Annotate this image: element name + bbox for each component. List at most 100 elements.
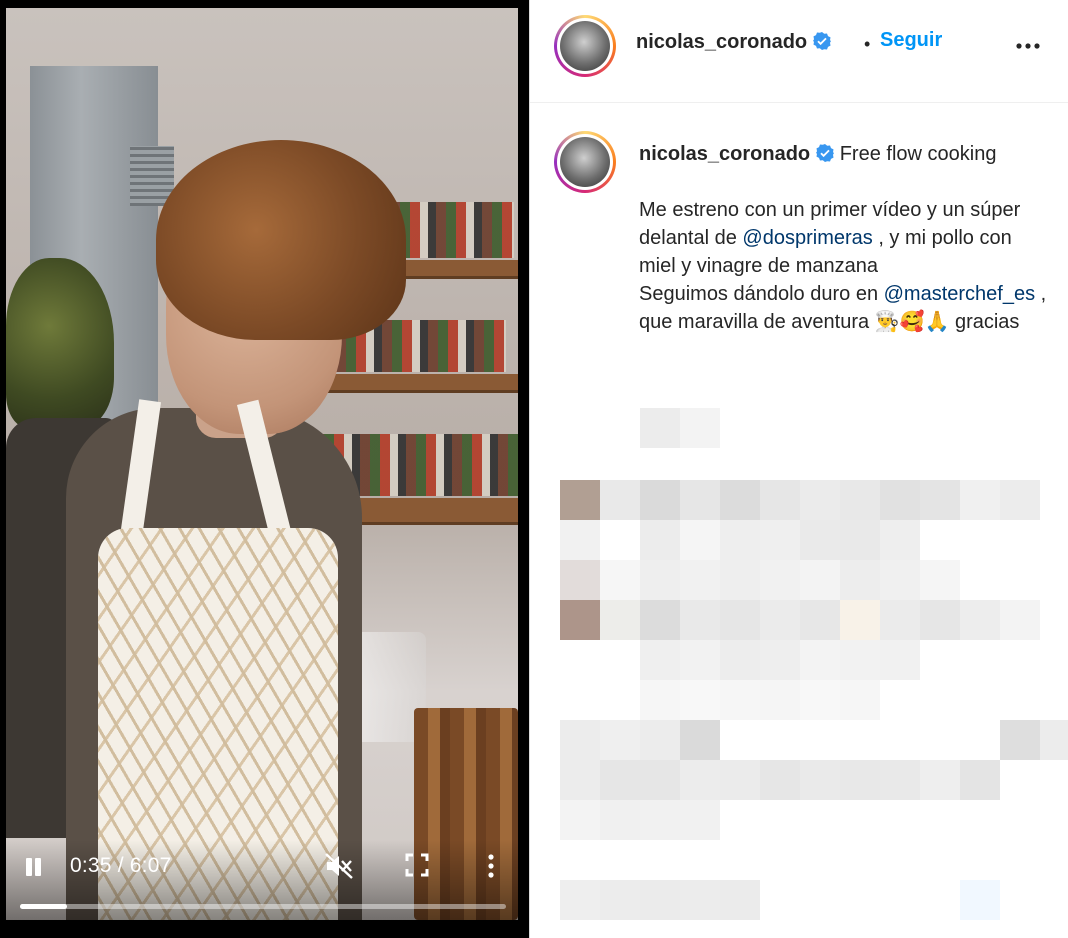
pixelated-comments [530,408,1068,938]
pixel-block [560,880,600,920]
pixel-block [640,480,680,520]
pixel-block [840,480,880,520]
pixel-block [1000,720,1040,760]
pixel-block [1000,480,1040,520]
pixel-block [680,760,720,800]
pixel-block [800,760,840,800]
progress-bar[interactable] [20,904,506,909]
pixel-block [840,640,880,680]
volume-muted-icon[interactable] [324,852,354,880]
pixel-block [680,600,720,640]
pixel-block [920,760,960,800]
post-header: nicolas_coronado • Seguir [530,0,1068,103]
pixel-block [640,600,680,640]
caption-text: nicolas_coronado Free flow cooking Me es… [639,140,1049,336]
pixel-block [600,760,640,800]
separator-dot: • [864,34,871,54]
current-time: 0:35 [70,854,112,877]
pixel-block [680,880,720,920]
pixel-block [600,600,640,640]
person-hair [156,140,406,340]
mention-link[interactable]: @masterchef_es [884,283,1035,305]
pixel-block [840,600,880,640]
pixel-block [800,560,840,600]
video-time: 0:35 / 6:07 [70,854,171,878]
pixel-block [680,680,720,720]
pixel-block [720,680,760,720]
follow-button[interactable]: Seguir [880,29,942,52]
pixel-block [800,680,840,720]
pixel-block [880,520,920,560]
video-controls: 0:35 / 6:07 [6,840,518,920]
video-player[interactable]: 0:35 / 6:07 [0,0,529,938]
pixel-block [600,880,640,920]
pixel-block [680,560,720,600]
total-time: 6:07 [129,854,172,877]
pixel-block [560,800,600,840]
caption-title: Free flow cooking [834,143,997,165]
progress-fill [20,904,68,909]
pixel-block [920,560,960,600]
pixel-block [960,880,1000,920]
post-sidebar: nicolas_coronado • Seguir nicolas_corona… [529,0,1068,938]
pixel-block [760,600,800,640]
jar-row [390,202,514,258]
pixel-block [720,640,760,680]
verified-badge-icon [813,32,832,50]
fullscreen-icon[interactable] [404,852,430,878]
pixel-block [960,600,1000,640]
pixel-block [600,800,640,840]
pixel-block [1000,600,1040,640]
pixel-block [560,560,600,600]
pixel-block [560,600,600,640]
pixel-block [680,720,720,760]
header-username[interactable]: nicolas_coronado [636,31,832,54]
avatar[interactable] [554,15,616,77]
pixel-block [840,520,880,560]
pixel-block [760,640,800,680]
pixel-block [680,408,720,448]
pixel-block [760,680,800,720]
pixel-block [560,760,600,800]
video-frame-image [6,8,518,920]
more-horizontal-icon[interactable] [1015,38,1041,49]
pixel-block [600,720,640,760]
pixel-block [640,640,680,680]
pixel-block [680,800,720,840]
pixel-block [760,760,800,800]
pixel-block [680,520,720,560]
pixel-block [800,480,840,520]
pixel-block [680,480,720,520]
caption-avatar[interactable] [554,131,616,193]
username-link[interactable]: nicolas_coronado [636,31,807,53]
pixel-block [1040,720,1068,760]
pixel-block [720,480,760,520]
shelf [306,374,518,390]
pixel-block [640,880,680,920]
pixel-block [560,520,600,560]
pixel-block [640,408,680,448]
caption-username[interactable]: nicolas_coronado [639,143,810,165]
pixel-block [640,680,680,720]
pixel-block [920,600,960,640]
pixel-block [640,560,680,600]
pixel-block [880,600,920,640]
pixel-block [800,640,840,680]
verified-badge-icon [816,142,835,162]
pixel-block [880,480,920,520]
pixel-block [800,520,840,560]
pixel-block [880,760,920,800]
pixel-block [760,560,800,600]
pause-icon[interactable] [24,856,42,878]
pixel-block [720,520,760,560]
pixel-block [720,560,760,600]
pixel-block [640,720,680,760]
pixel-block [840,680,880,720]
time-separator: / [111,854,130,877]
more-vertical-icon[interactable] [484,852,498,880]
mention-link[interactable]: @dosprimeras [742,227,872,249]
pixel-block [720,760,760,800]
pixel-block [640,800,680,840]
pixel-block [800,600,840,640]
pixel-block [600,560,640,600]
